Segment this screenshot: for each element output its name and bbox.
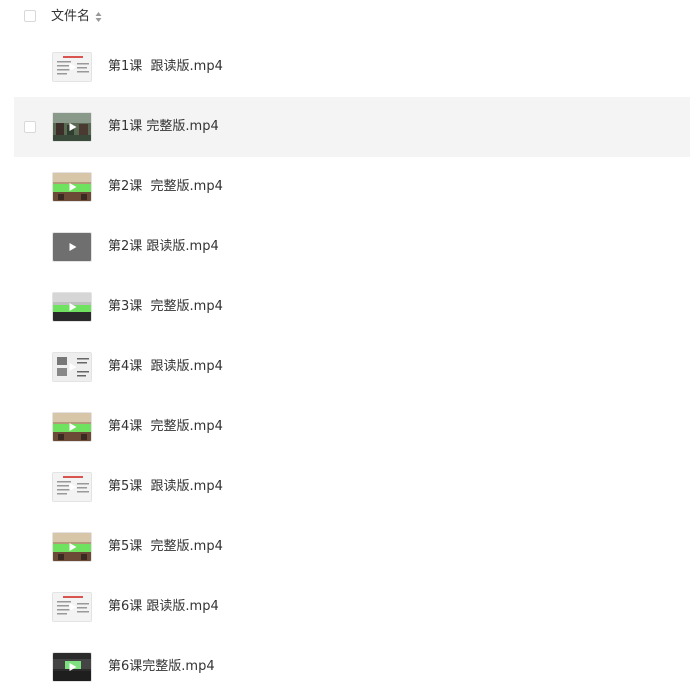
file-name[interactable]: 第5课 完整版.mp4 [108,538,223,556]
file-row[interactable]: 第1课 跟读版.mp4 [0,37,690,97]
file-row[interactable]: 第2课 跟读版.mp4 [0,217,690,277]
sort-icon[interactable] [95,11,102,23]
play-icon [69,483,77,491]
file-name[interactable]: 第5课 跟读版.mp4 [108,478,223,496]
file-name[interactable]: 第2课 完整版.mp4 [108,178,223,196]
play-icon [69,603,77,611]
file-row[interactable]: 第5课 跟读版.mp4 [0,457,690,517]
play-icon [69,63,77,71]
file-row[interactable]: 第6课完整版.mp4 [0,637,690,697]
file-row[interactable]: 第1课 完整版.mp4 [14,97,690,157]
file-name[interactable]: 第4课 跟读版.mp4 [108,358,223,376]
play-icon [69,123,77,131]
select-all-checkbox[interactable] [24,10,36,22]
filename-column-header[interactable]: 文件名 [51,8,90,26]
video-thumbnail[interactable] [52,52,92,82]
file-row[interactable]: 第3课 完整版.mp4 [0,277,690,337]
video-thumbnail[interactable] [52,172,92,202]
play-icon [69,363,77,371]
play-icon [69,663,77,671]
video-thumbnail[interactable] [52,112,92,142]
video-thumbnail[interactable] [52,532,92,562]
video-thumbnail[interactable] [52,472,92,502]
file-name[interactable]: 第6课完整版.mp4 [108,658,215,676]
file-name[interactable]: 第2课 跟读版.mp4 [108,238,219,256]
row-checkbox[interactable] [24,121,36,133]
video-thumbnail[interactable] [52,412,92,442]
file-list-header: 文件名 [0,0,690,34]
file-name[interactable]: 第1课 完整版.mp4 [108,118,219,136]
file-name[interactable]: 第6课 跟读版.mp4 [108,598,219,616]
play-icon [69,303,77,311]
file-name[interactable]: 第1课 跟读版.mp4 [108,58,223,76]
play-icon [69,183,77,191]
video-thumbnail[interactable] [52,292,92,322]
video-thumbnail[interactable] [52,352,92,382]
file-row[interactable]: 第4课 完整版.mp4 [0,397,690,457]
file-name[interactable]: 第3课 完整版.mp4 [108,298,223,316]
play-icon [69,543,77,551]
play-icon [69,243,77,251]
file-row[interactable]: 第2课 完整版.mp4 [0,157,690,217]
video-thumbnail[interactable] [52,592,92,622]
video-thumbnail[interactable] [52,232,92,262]
play-icon [69,423,77,431]
file-row[interactable]: 第4课 跟读版.mp4 [0,337,690,397]
video-thumbnail[interactable] [52,652,92,682]
file-row[interactable]: 第6课 跟读版.mp4 [0,577,690,637]
file-row[interactable]: 第5课 完整版.mp4 [0,517,690,577]
file-list: 第1课 跟读版.mp4 第1课 完整版.mp4 第2课 完整版.mp4 第2课 跟… [0,37,690,697]
file-name[interactable]: 第4课 完整版.mp4 [108,418,223,436]
